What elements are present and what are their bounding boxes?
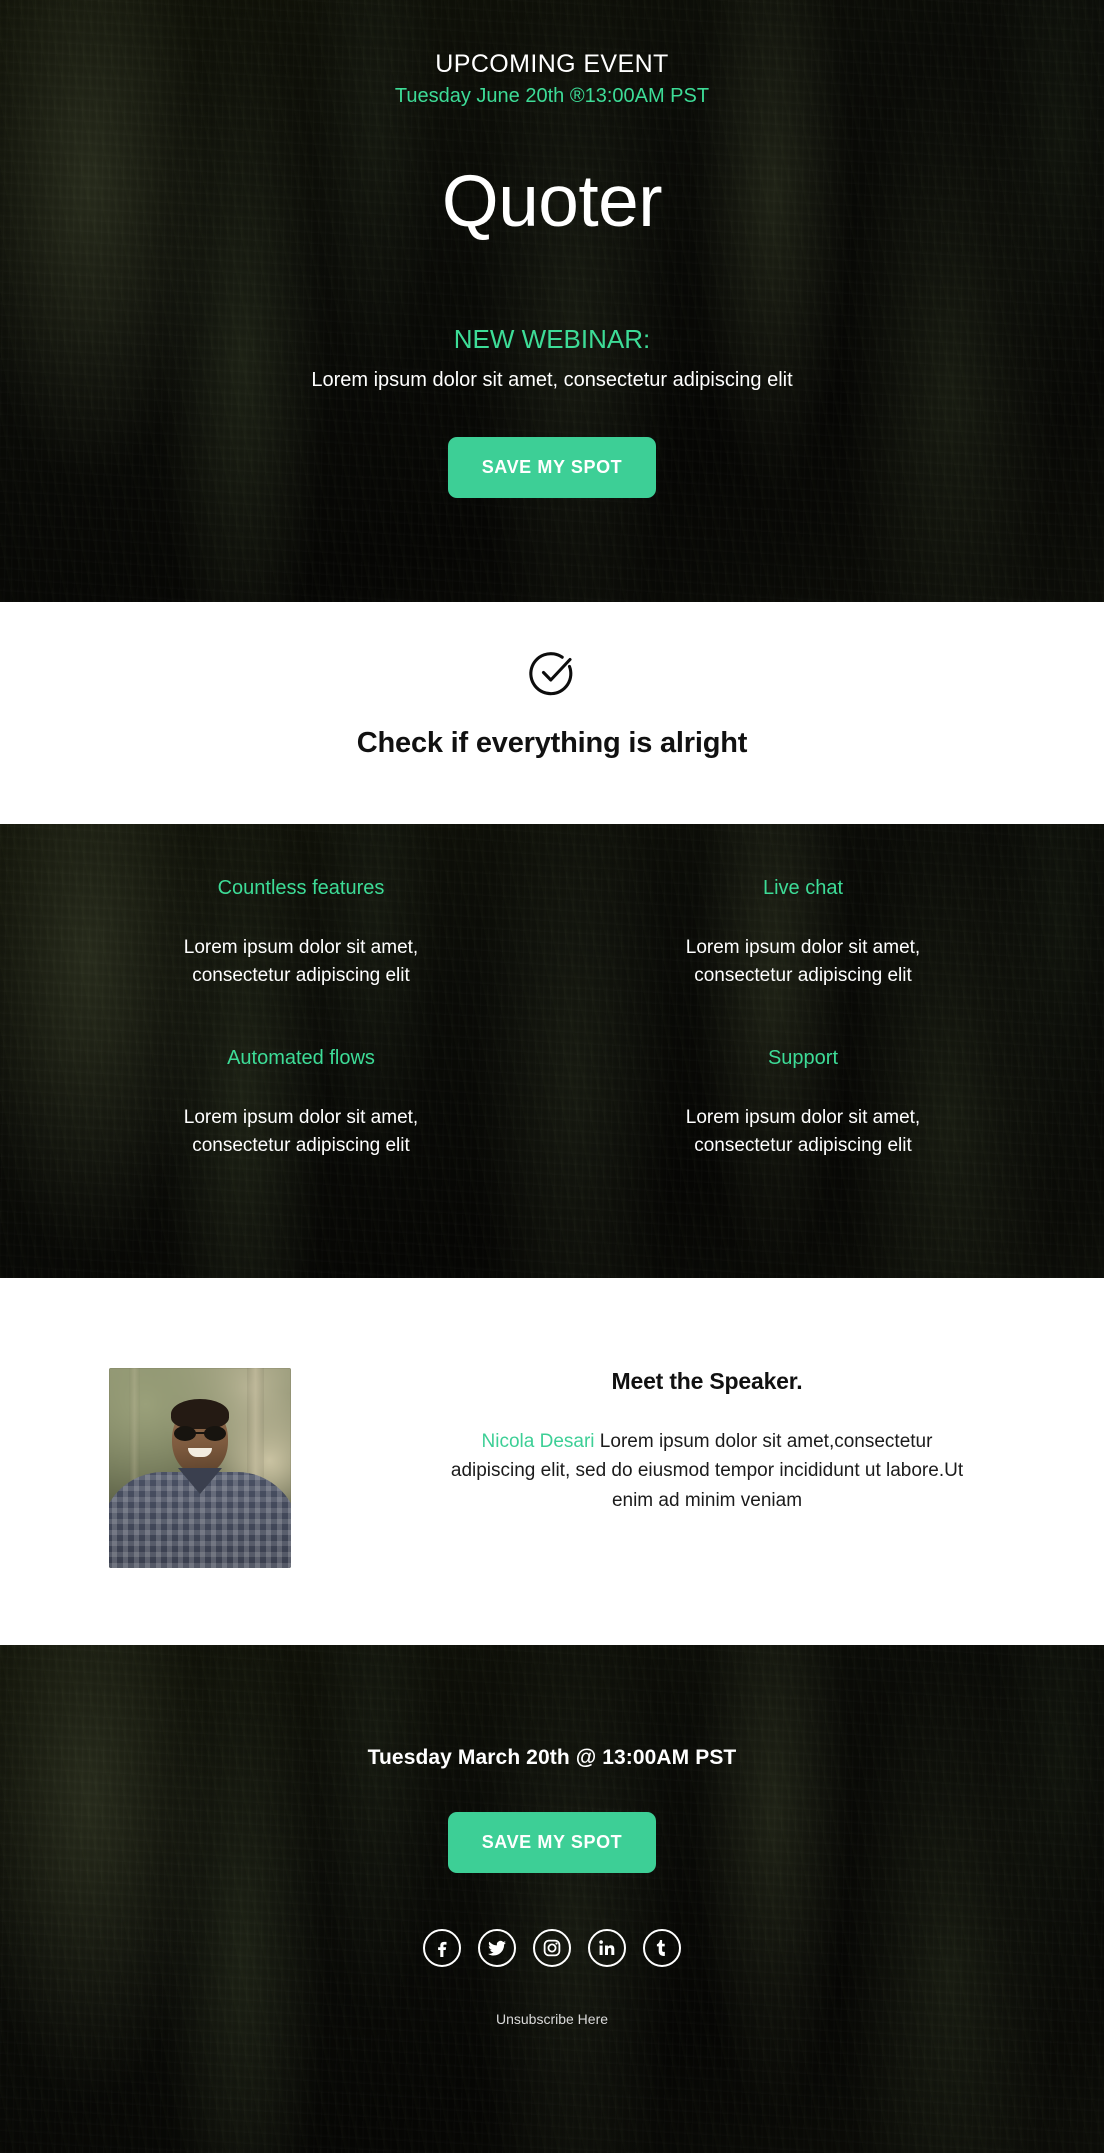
feature-title: Live chat <box>762 877 844 899</box>
feature-cell: Countless features Lorem ipsum dolor sit… <box>50 876 552 989</box>
feature-body: Lorem ipsum dolor sit amet, consectetur … <box>685 1107 921 1156</box>
feature-title: Countless features <box>217 877 385 899</box>
tumblr-icon[interactable] <box>643 1929 681 1967</box>
check-circle-icon <box>0 646 1104 705</box>
features-section: Countless features Lorem ipsum dolor sit… <box>0 824 1104 1278</box>
unsubscribe-link[interactable]: Unsubscribe Here <box>496 2011 608 2027</box>
social-links-row <box>0 1929 1104 1967</box>
feature-cell: Automated flows Lorem ipsum dolor sit am… <box>50 1046 552 1159</box>
speaker-photo-wrap <box>40 1368 360 1568</box>
webinar-label: NEW WEBINAR: <box>453 323 651 354</box>
speaker-name: Nicola Desari <box>481 1431 595 1452</box>
portrait-sunglasses <box>173 1426 227 1441</box>
feature-body: Lorem ipsum dolor sit amet, consectetur … <box>685 937 921 986</box>
portrait-hair <box>171 1399 229 1429</box>
hero-eyebrow: UPCOMING EVENT <box>435 50 669 78</box>
speaker-heading: Meet the Speaker. <box>611 1368 803 1394</box>
facebook-icon[interactable] <box>423 1929 461 1967</box>
features-grid: Countless features Lorem ipsum dolor sit… <box>50 876 1054 1159</box>
footer-section: Tuesday March 20th @ 13:00AM PST SAVE MY… <box>0 1645 1104 2153</box>
feature-title: Automated flows <box>227 1047 375 1070</box>
check-heading: Check if everything is alright <box>356 727 748 759</box>
speaker-bio: Nicola Desari Lorem ipsum dolor sit amet… <box>447 1427 967 1515</box>
portrait-lens-left <box>174 1426 196 1441</box>
linkedin-icon[interactable] <box>588 1929 626 1967</box>
footer-event-date: Tuesday March 20th @ 13:00AM PST <box>367 1746 737 1769</box>
portrait-lens-right <box>204 1426 226 1441</box>
brand-title: Quoter <box>441 160 663 242</box>
instagram-icon[interactable] <box>533 1929 571 1967</box>
hero-save-my-spot-button[interactable]: SAVE MY SPOT <box>447 436 657 498</box>
feature-cell: Live chat Lorem ipsum dolor sit amet, co… <box>552 876 1054 989</box>
webinar-description: Lorem ipsum dolor sit amet, consectetur … <box>311 368 793 391</box>
feature-cell: Support Lorem ipsum dolor sit amet, cons… <box>552 1046 1054 1159</box>
hero-section: UPCOMING EVENT Tuesday June 20th ®13:00A… <box>0 0 1104 602</box>
footer-save-my-spot-button[interactable]: SAVE MY SPOT <box>447 1812 657 1873</box>
speaker-section: Meet the Speaker. Nicola Desari Lorem ip… <box>0 1278 1104 1645</box>
check-section: Check if everything is alright <box>0 602 1104 824</box>
email-page: UPCOMING EVENT Tuesday June 20th ®13:00A… <box>0 0 1104 2153</box>
speaker-copy: Meet the Speaker. Nicola Desari Lorem ip… <box>360 1368 1064 1515</box>
twitter-icon[interactable] <box>478 1929 516 1967</box>
feature-title: Support <box>767 1047 839 1070</box>
speaker-portrait-photo <box>109 1368 291 1568</box>
hero-event-date: Tuesday June 20th ®13:00AM PST <box>394 84 710 107</box>
feature-body: Lorem ipsum dolor sit amet, consectetur … <box>183 937 419 986</box>
feature-body: Lorem ipsum dolor sit amet, consectetur … <box>183 1107 419 1156</box>
